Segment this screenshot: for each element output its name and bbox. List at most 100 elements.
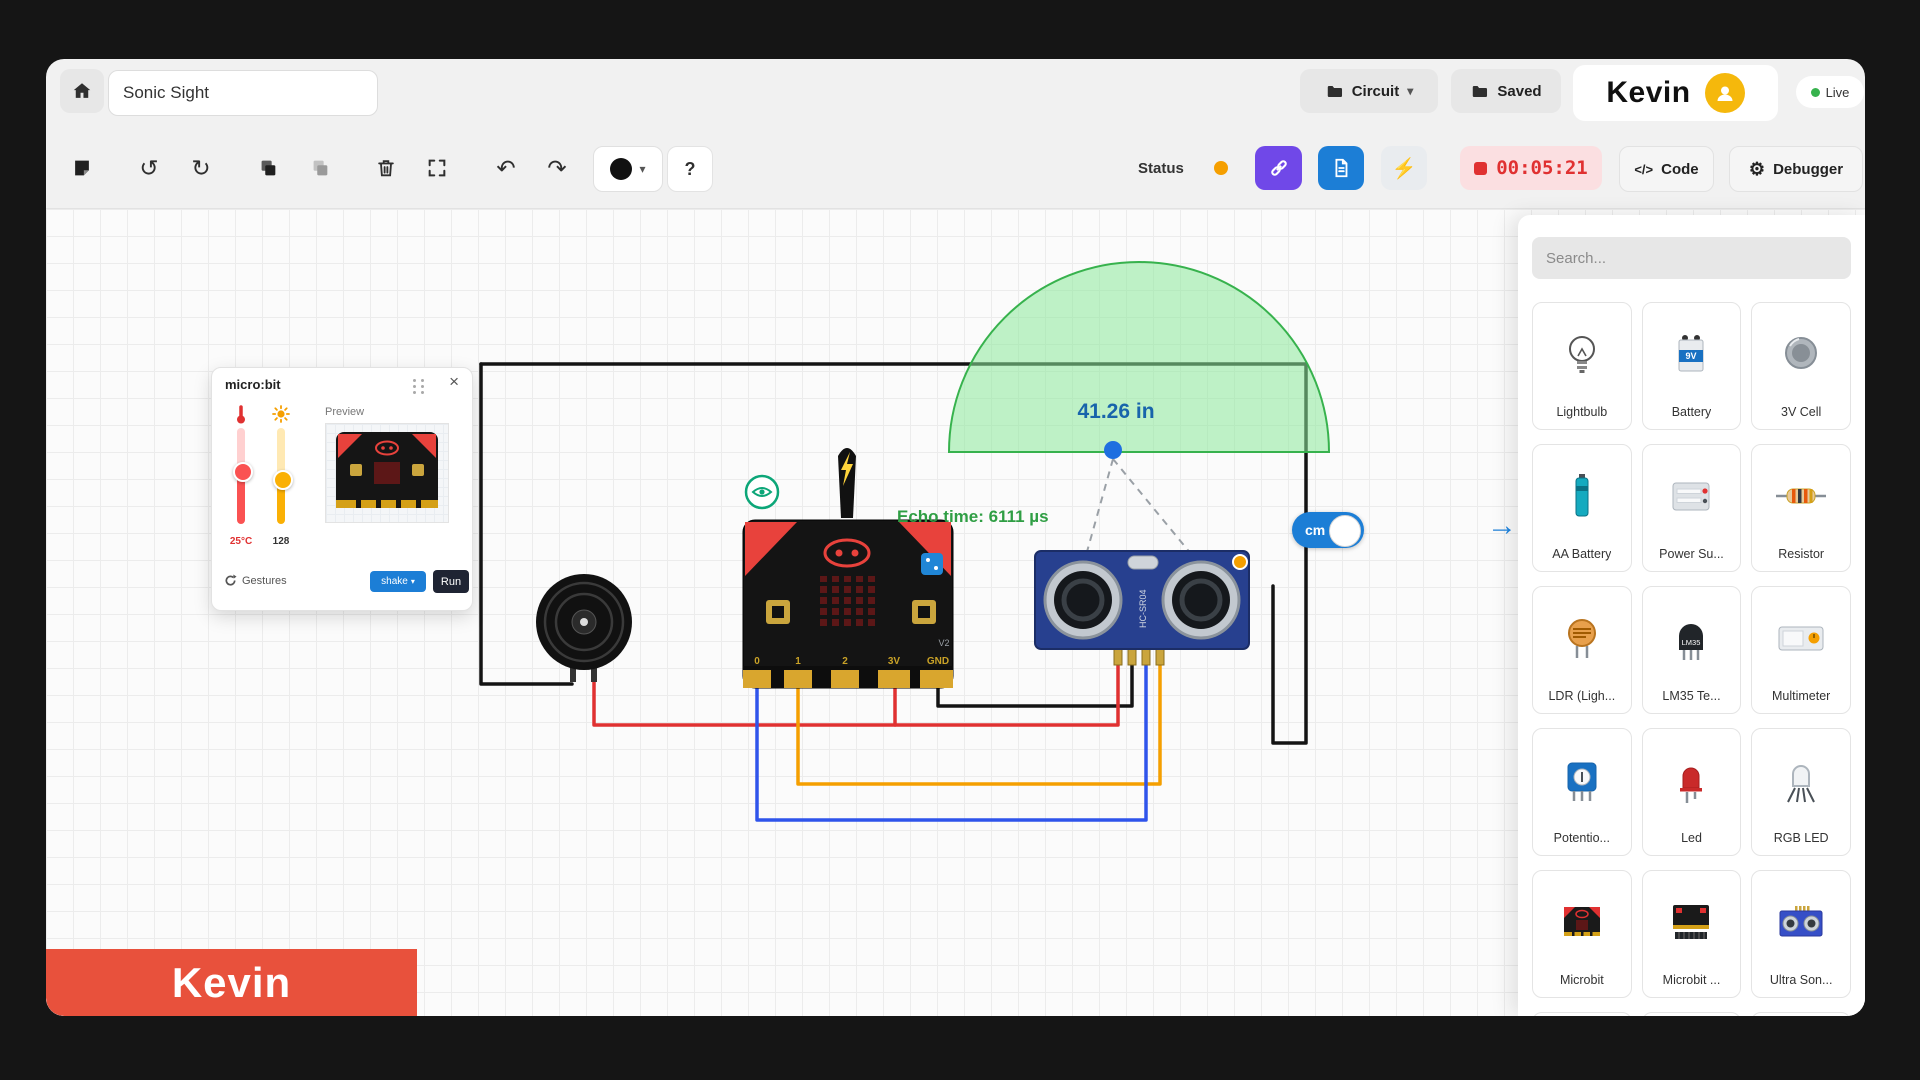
- rotate-ccw-button[interactable]: ↺: [127, 146, 171, 190]
- folder-icon: [1470, 82, 1489, 101]
- microbit-icon: [1554, 894, 1610, 950]
- fullscreen-icon: [426, 157, 448, 179]
- battery-9v-icon: 9V: [1663, 326, 1719, 382]
- fullscreen-button[interactable]: [415, 146, 459, 190]
- rotate-cw-button[interactable]: ↻: [179, 146, 223, 190]
- paste-button[interactable]: [298, 146, 342, 190]
- component-card-potentiometer[interactable]: Potentio...: [1532, 728, 1632, 856]
- multimeter-icon: [1773, 610, 1829, 666]
- redo-button[interactable]: ↷: [535, 146, 579, 190]
- component-card-ultrasonic[interactable]: Ultra Son...: [1751, 870, 1851, 998]
- component-card-battery[interactable]: 9V Battery: [1642, 302, 1742, 430]
- microbit-preview-image: [326, 424, 448, 522]
- component-card-microbit-breakout[interactable]: Microbit ...: [1642, 870, 1742, 998]
- status-dot-icon: [1214, 161, 1228, 175]
- component-card-partial[interactable]: [1532, 1012, 1632, 1016]
- code-icon: </>: [1634, 162, 1653, 177]
- component-card-resistor[interactable]: Resistor: [1751, 444, 1851, 572]
- code-label: Code: [1661, 161, 1699, 178]
- microbit-breakout-icon: [1663, 894, 1719, 950]
- search-input[interactable]: [1532, 237, 1851, 279]
- component-card-aa-battery[interactable]: AA Battery: [1532, 444, 1632, 572]
- link-icon: [1267, 156, 1291, 180]
- gesture-select[interactable]: shake ▾: [370, 571, 426, 592]
- document-button[interactable]: [1318, 146, 1364, 190]
- toggle-knob[interactable]: [1329, 515, 1361, 547]
- person-icon: [1713, 81, 1737, 105]
- component-card-3v-cell[interactable]: 3V Cell: [1751, 302, 1851, 430]
- component-card-led[interactable]: Led: [1642, 728, 1742, 856]
- component-label: Power Su...: [1659, 547, 1724, 561]
- rgb-led-icon: [1773, 752, 1829, 808]
- battery-badge: 9V: [1686, 351, 1697, 361]
- record-icon: [1474, 162, 1487, 175]
- lm35-badge: LM35: [1682, 638, 1701, 647]
- gestures-control: Gestures: [224, 574, 287, 587]
- home-button[interactable]: [60, 69, 104, 113]
- component-label: Potentio...: [1554, 831, 1610, 845]
- project-title-input[interactable]: [108, 70, 378, 116]
- component-card-lightbulb[interactable]: Lightbulb: [1532, 302, 1632, 430]
- redo-icon: ↷: [547, 155, 566, 182]
- simulate-button[interactable]: ⚡: [1381, 146, 1427, 190]
- lm35-icon: LM35: [1663, 610, 1719, 666]
- microbit-preview: [325, 423, 449, 523]
- record-timer[interactable]: 00:05:21: [1460, 146, 1602, 190]
- circuit-menu-label: Circuit: [1352, 83, 1400, 100]
- component-label: Resistor: [1778, 547, 1824, 561]
- component-palette: Lightbulb 9V Battery 3V Cell: [1518, 215, 1865, 1016]
- component-card-partial[interactable]: [1642, 1012, 1742, 1016]
- share-link-button[interactable]: [1255, 146, 1302, 190]
- ldr-icon: [1554, 610, 1610, 666]
- add-note-button[interactable]: [60, 146, 104, 190]
- temperature-slider-thumb[interactable]: [233, 462, 253, 482]
- code-button[interactable]: </> Code: [1619, 146, 1714, 192]
- microbit-control-panel: micro:bit × 25°C 128 Preview: [211, 367, 473, 611]
- wire-color-picker[interactable]: ▾: [593, 146, 663, 192]
- note-icon: [71, 157, 93, 179]
- component-label: RGB LED: [1774, 831, 1829, 845]
- drag-handle-icon[interactable]: [413, 379, 426, 394]
- delete-button[interactable]: [364, 146, 408, 190]
- component-label: LDR (Ligh...: [1548, 689, 1615, 703]
- sidebar-collapse-arrow[interactable]: →: [1487, 509, 1517, 543]
- component-card-multimeter[interactable]: Multimeter: [1751, 586, 1851, 714]
- component-card-ldr[interactable]: LDR (Ligh...: [1532, 586, 1632, 714]
- undo-button[interactable]: ↶: [484, 146, 528, 190]
- component-card-partial[interactable]: [1751, 1012, 1851, 1016]
- unit-toggle[interactable]: cm: [1292, 512, 1364, 548]
- copy-button[interactable]: [246, 146, 290, 190]
- timer-value: 00:05:21: [1496, 157, 1588, 179]
- document-icon: [1330, 157, 1352, 179]
- close-icon[interactable]: ×: [449, 372, 459, 392]
- help-icon: ?: [685, 159, 696, 180]
- user-avatar[interactable]: [1705, 73, 1745, 113]
- distance-readout: 41.26 in: [1031, 400, 1201, 424]
- circuit-menu-button[interactable]: Circuit ▾: [1300, 69, 1438, 113]
- component-card-rgb-led[interactable]: RGB LED: [1751, 728, 1851, 856]
- brand-name: Kevin: [1606, 76, 1690, 110]
- debugger-button[interactable]: ⚙ Debugger: [1729, 146, 1863, 192]
- component-card-power-supply[interactable]: Power Su...: [1642, 444, 1742, 572]
- ultrasonic-icon: [1773, 894, 1829, 950]
- component-label: Ultra Son...: [1770, 973, 1833, 987]
- refresh-icon: [224, 574, 237, 587]
- paste-icon: [309, 157, 331, 179]
- rotate-ccw-icon: ↺: [139, 155, 158, 182]
- chevron-down-icon: ▾: [1407, 84, 1413, 98]
- debugger-label: Debugger: [1773, 161, 1843, 178]
- component-card-lm35[interactable]: LM35 LM35 Te...: [1642, 586, 1742, 714]
- component-label: Microbit ...: [1663, 973, 1721, 987]
- saved-label: Saved: [1497, 83, 1541, 100]
- folder-icon: [1325, 82, 1344, 101]
- component-card-microbit[interactable]: Microbit: [1532, 870, 1632, 998]
- temperature-value: 25°C: [219, 536, 263, 547]
- color-swatch-icon: [610, 158, 632, 180]
- status-label: Status: [1138, 146, 1184, 190]
- help-button[interactable]: ?: [667, 146, 713, 192]
- saved-button[interactable]: Saved: [1451, 69, 1561, 113]
- thermometer-icon: [235, 404, 247, 424]
- component-label: LM35 Te...: [1662, 689, 1720, 703]
- light-slider-thumb[interactable]: [273, 470, 293, 490]
- run-button[interactable]: Run: [433, 570, 469, 593]
